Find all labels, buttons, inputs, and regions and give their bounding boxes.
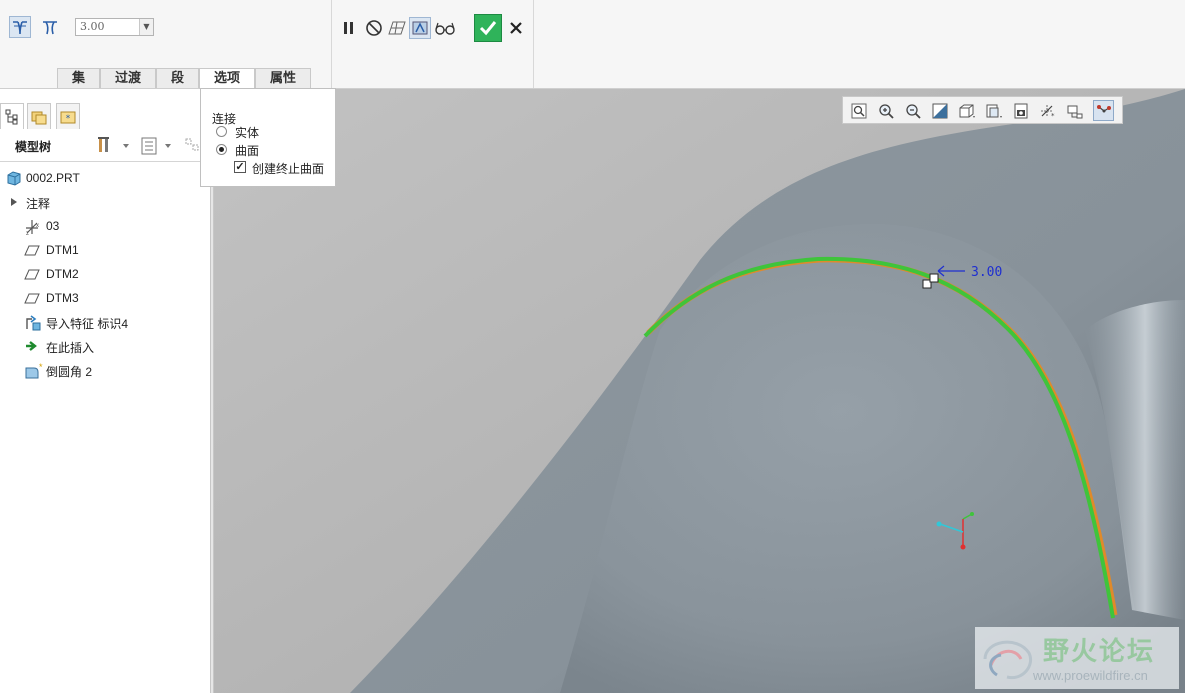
ribbon-divider — [533, 0, 534, 88]
surface-radio[interactable] — [216, 144, 227, 155]
svg-text:z: z — [26, 231, 29, 236]
no-preview-icon[interactable] — [363, 17, 385, 39]
tree-item-round[interactable]: * 倒圆角 2 — [0, 359, 210, 381]
tab-properties[interactable]: 属性 — [255, 68, 311, 88]
tree-item-dtm3[interactable]: DTM3 — [0, 287, 210, 309]
model-surface-view — [214, 89, 1185, 693]
forum-logo — [983, 640, 1032, 680]
round-set-icon[interactable] — [9, 16, 31, 38]
tree-item-label: 在此插入 — [46, 341, 95, 355]
view-toolbar: * — [842, 96, 1123, 124]
annotation-display-icon[interactable] — [1093, 100, 1114, 121]
tab-collection[interactable]: 集 — [57, 68, 100, 88]
tree-item-import[interactable]: 导入特征 标识4 — [0, 311, 210, 333]
tree-item-label: 倒圆角 2 — [46, 365, 93, 379]
tree-item-dtm1[interactable]: DTM1 — [0, 239, 210, 261]
tree-item-label: 注释 — [26, 197, 51, 211]
svg-text:x: x — [36, 223, 39, 229]
saved-views-icon[interactable] — [983, 100, 1004, 121]
datum-plane-icon — [24, 242, 40, 258]
svg-text:*: * — [39, 362, 43, 372]
tree-header: 模型树 — [0, 131, 210, 162]
radius-value: 3.00 — [80, 20, 105, 33]
tree-item-insert-here[interactable]: 在此插入 — [0, 335, 210, 357]
insert-here-arrow-icon — [24, 338, 40, 354]
tab-segment[interactable]: 段 — [156, 68, 199, 88]
tree-item-label: 0002.PRT — [26, 171, 80, 185]
solid-radio[interactable] — [216, 126, 227, 137]
tree-item-dtm2[interactable]: DTM2 — [0, 263, 210, 285]
datum-display-icon[interactable]: * — [1037, 100, 1058, 121]
zoom-in-icon[interactable] — [875, 100, 896, 121]
ribbon-divider — [331, 0, 332, 88]
zoom-out-icon[interactable] — [902, 100, 923, 121]
tree-title: 模型树 — [15, 140, 52, 154]
cancel-x-icon[interactable] — [505, 17, 527, 39]
svg-text:*: * — [66, 114, 71, 124]
tree-item-label: DTM2 — [46, 267, 79, 281]
spin-center-icon[interactable] — [1064, 100, 1085, 121]
csys-icon: xz — [24, 218, 40, 237]
tab-options[interactable]: 选项 — [199, 68, 255, 89]
create-end-surfaces-label[interactable]: 创建终止曲面 — [252, 160, 324, 177]
tree-item-label: DTM3 — [46, 291, 79, 305]
options-panel: 连接 实体 曲面 ✓ 创建终止曲面 — [200, 88, 336, 187]
tree-item-annotations[interactable]: 注释 — [0, 191, 210, 213]
tab-transition[interactable]: 过渡 — [100, 68, 156, 88]
attachment-heading: 连接 — [212, 112, 237, 126]
view-manager-icon[interactable] — [1010, 100, 1031, 121]
favorites-tab-icon[interactable]: * — [56, 103, 80, 129]
repaint-icon[interactable] — [929, 100, 950, 121]
expand-arrow-icon[interactable] — [9, 194, 25, 210]
dimension-label[interactable]: 3.00 — [971, 265, 1002, 280]
surface-radio-label[interactable]: 曲面 — [235, 142, 259, 159]
watermark-title: 野火论坛 — [1043, 637, 1156, 667]
tree-item-part[interactable]: 0002.PRT — [0, 167, 210, 189]
chevron-down-icon[interactable]: ▼ — [139, 19, 153, 35]
show-menu-icon[interactable] — [140, 136, 176, 159]
round-set-alt-icon[interactable] — [39, 16, 61, 38]
tree-item-label: DTM1 — [46, 243, 79, 257]
create-end-surfaces-checkbox[interactable]: ✓ — [234, 161, 246, 173]
radius-value-combo[interactable]: 3.00 ▼ — [75, 18, 154, 36]
tree-item-label: 03 — [46, 219, 60, 233]
watermark-url: www.proewildfire.cn — [1033, 668, 1148, 683]
round-feature-icon: * — [24, 362, 43, 379]
ok-check-icon[interactable] — [474, 14, 502, 42]
import-feature-icon — [24, 314, 41, 331]
datum-plane-icon — [24, 290, 40, 306]
mesh-preview-icon[interactable] — [386, 17, 408, 39]
folder-browser-tab-icon[interactable] — [27, 103, 51, 129]
tree-item-label: 导入特征 标识4 — [46, 317, 129, 331]
tree-settings-icon[interactable] — [97, 135, 131, 158]
svg-text:*: * — [1051, 112, 1055, 119]
display-style-icon[interactable] — [956, 100, 977, 121]
datum-plane-icon — [24, 266, 40, 282]
part-icon — [6, 170, 22, 186]
refit-icon[interactable] — [848, 100, 869, 121]
solid-radio-label[interactable]: 实体 — [235, 124, 259, 141]
model-tree-tab-icon[interactable] — [0, 103, 24, 129]
verify-preview-icon[interactable] — [409, 17, 431, 39]
pause-icon[interactable] — [338, 17, 360, 39]
tree-item-csys[interactable]: xz 03 — [0, 215, 210, 237]
graphics-viewport[interactable]: 3.00 — [214, 89, 1185, 693]
forum-watermark: 野火论坛 www.proewildfire.cn — [975, 627, 1179, 689]
glasses-preview-icon[interactable] — [434, 17, 456, 39]
dashboard-ribbon: 3.00 ▼ 集 过渡 段 选项 属性 — [0, 0, 1185, 89]
